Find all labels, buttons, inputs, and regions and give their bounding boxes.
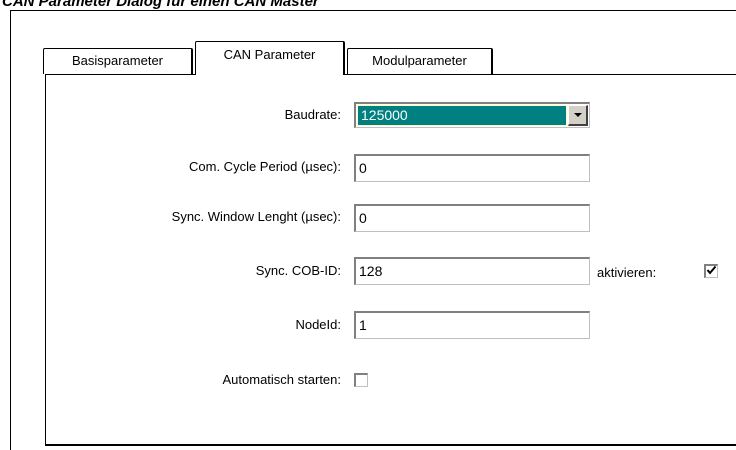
- page: CAN Parameter Dialog für einen CAN Maste…: [0, 0, 736, 450]
- checkmark-icon: [706, 265, 717, 275]
- aktivieren-checkbox[interactable]: [704, 264, 718, 278]
- auto-start-label: Automatisch starten:: [222, 372, 342, 387]
- sync-cob-id-input[interactable]: 128: [354, 257, 590, 285]
- baudrate-dropdown-button[interactable]: [568, 105, 588, 126]
- auto-start-checkbox[interactable]: [354, 373, 368, 387]
- tab-can-parameter[interactable]: CAN Parameter: [195, 41, 345, 75]
- com-cycle-period-input[interactable]: 0: [354, 154, 590, 182]
- aktivieren-label: aktivieren:: [597, 265, 657, 280]
- baudrate-label: Baudrate:: [284, 107, 341, 122]
- sync-window-length-label: Sync. Window Lenght (µsec):: [171, 209, 341, 224]
- dialog-window: Basisparameter CAN Parameter Modulparame…: [10, 10, 736, 450]
- sync-window-length-input[interactable]: 0: [354, 204, 590, 232]
- dialog-caption: CAN Parameter Dialog für einen CAN Maste…: [2, 0, 319, 10]
- sync-cob-id-label: Sync. COB-ID:: [255, 263, 341, 278]
- nodeid-label: NodeId:: [295, 317, 341, 332]
- tab-basisparameter[interactable]: Basisparameter: [43, 48, 193, 74]
- tab-modulparameter[interactable]: Modulparameter: [347, 48, 493, 74]
- baudrate-selected-value: 125000: [357, 105, 567, 126]
- com-cycle-period-label: Com. Cycle Period (µsec):: [189, 159, 341, 174]
- nodeid-input[interactable]: 1: [354, 311, 590, 339]
- baudrate-select[interactable]: 125000: [354, 102, 590, 128]
- chevron-down-icon: [574, 113, 582, 117]
- can-parameter-panel: Baudrate: 125000 Com. Cycle Period (µsec…: [45, 74, 736, 446]
